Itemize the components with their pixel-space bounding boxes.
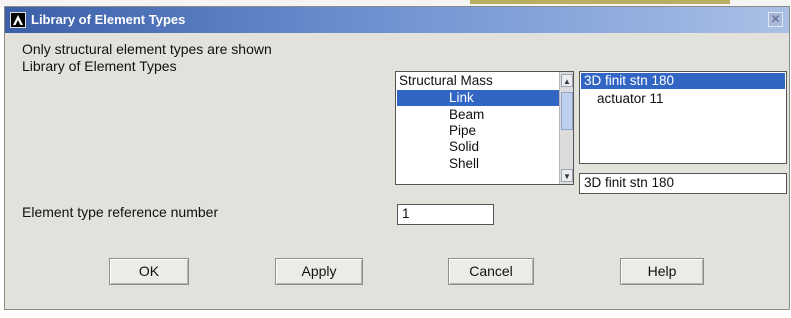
element-type-listbox[interactable]: 3D finit stn 180 actuator 11 — [579, 71, 787, 164]
type-item[interactable]: actuator 11 — [597, 91, 664, 107]
reference-number-input[interactable]: 1 — [397, 204, 494, 225]
library-element-types-dialog: Library of Element Types ✕ Only structur… — [4, 6, 790, 310]
category-scrollbar[interactable]: ▲ ▼ — [559, 72, 573, 184]
list-item[interactable]: Shell — [449, 156, 479, 172]
title-bar[interactable]: Library of Element Types ✕ — [5, 7, 789, 33]
type-item-selected[interactable]: 3D finit stn 180 — [581, 73, 785, 89]
ansys-logo-icon — [10, 12, 26, 28]
list-item[interactable]: Beam — [449, 107, 484, 123]
scroll-thumb[interactable] — [561, 92, 573, 130]
help-button[interactable]: Help — [620, 258, 704, 285]
list-item[interactable]: Pipe — [449, 123, 476, 139]
category-listbox[interactable]: Structural Mass Link Beam Pipe Solid She… — [395, 71, 574, 185]
library-label: Library of Element Types — [22, 58, 177, 74]
chevron-down-icon[interactable]: ▼ — [561, 169, 573, 182]
background-window-edge — [470, 0, 730, 4]
element-type-field[interactable]: 3D finit stn 180 — [579, 173, 787, 194]
list-item[interactable]: Structural Mass — [399, 73, 549, 89]
dialog-title: Library of Element Types — [31, 12, 186, 27]
chevron-up-icon[interactable]: ▲ — [561, 74, 573, 87]
apply-button[interactable]: Apply — [275, 258, 363, 285]
reference-number-label: Element type reference number — [22, 204, 219, 220]
list-item[interactable]: Solid — [449, 139, 479, 155]
structural-note: Only structural element types are shown — [22, 41, 272, 57]
list-item-selected[interactable]: Link — [397, 90, 559, 106]
cancel-button[interactable]: Cancel — [448, 258, 534, 285]
ok-button[interactable]: OK — [109, 258, 189, 285]
close-icon[interactable]: ✕ — [768, 12, 783, 27]
